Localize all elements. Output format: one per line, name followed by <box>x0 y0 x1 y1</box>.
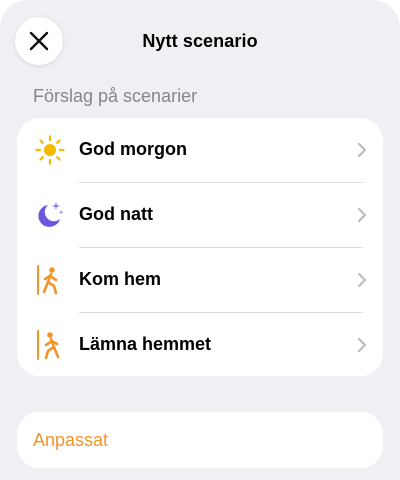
walk-out-icon <box>34 329 66 361</box>
list-item-arrive-home[interactable]: Kom hem <box>17 248 383 312</box>
list-item-good-night[interactable]: God natt <box>17 183 383 247</box>
sun-icon <box>34 134 66 166</box>
custom-scene-button[interactable]: Anpassat <box>33 430 108 451</box>
list-item-leave-home[interactable]: Lämna hemmet <box>17 313 383 376</box>
list-item-good-morning[interactable]: God morgon <box>17 118 383 182</box>
chevron-right-icon <box>358 208 366 222</box>
list-item-label: God morgon <box>79 139 187 159</box>
chevron-right-icon <box>358 143 366 157</box>
chevron-right-icon <box>358 338 366 352</box>
custom-scene-card[interactable]: Anpassat <box>17 412 383 468</box>
chevron-right-icon <box>358 273 366 287</box>
list-item-label: Lämna hemmet <box>79 334 212 354</box>
suggestions-list: God morgon God natt Kom hem Lämna hemmet <box>17 118 383 376</box>
list-item-label: God natt <box>79 204 153 224</box>
section-header-suggestions: Förslag på scenarier <box>33 86 198 106</box>
walk-in-icon <box>34 264 66 296</box>
list-item-label: Kom hem <box>79 269 162 289</box>
new-scene-sheet: Nytt scenario Förslag på scenarier God m… <box>0 0 400 480</box>
moon-stars-icon <box>34 199 66 231</box>
page-title: Nytt scenario <box>142 31 258 51</box>
